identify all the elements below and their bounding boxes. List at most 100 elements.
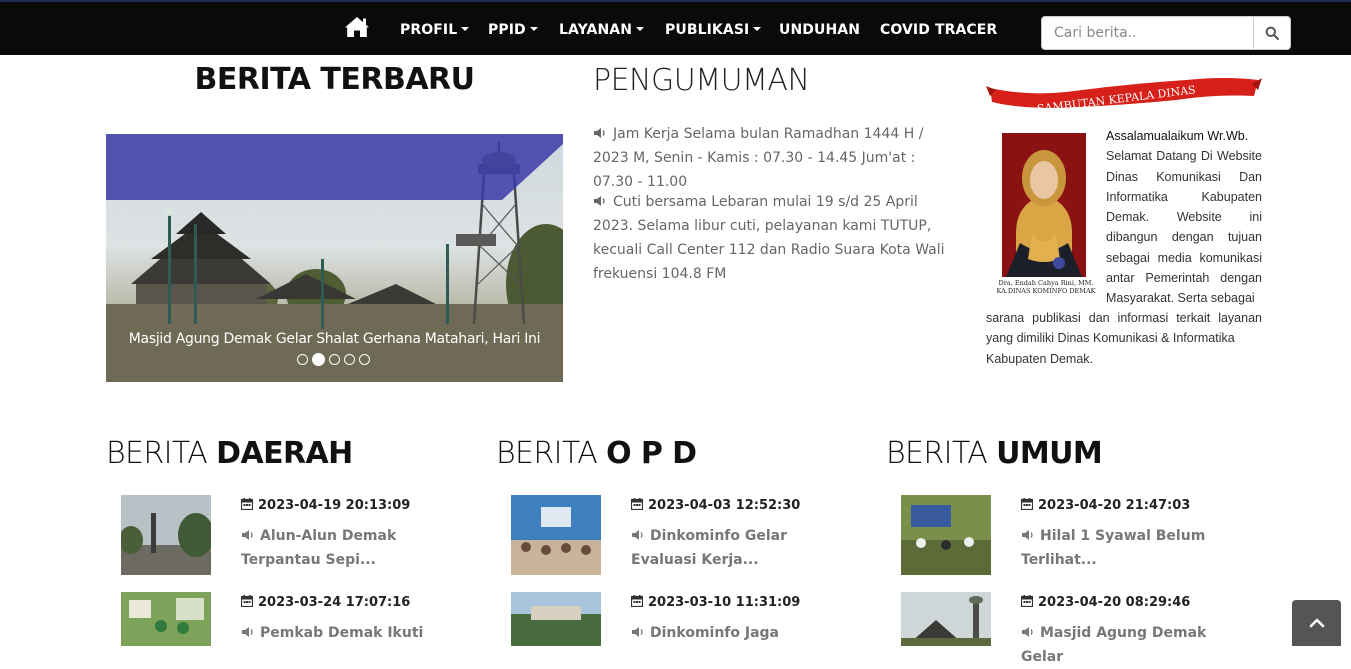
slider-caption[interactable]: Masjid Agung Demak Gelar Shalat Gerhana … [106,331,563,347]
search-form [1041,16,1291,50]
news-title-text: Dinkominfo Jaga [650,625,780,641]
heading-bold: UMUM [996,436,1103,471]
sambutan-greeting: Assalamualaikum Wr.Wb. [1106,129,1249,143]
news-title-link[interactable]: Dinkominfo Gelar Evaluasi Kerja... [631,524,846,572]
sambutan-text-bottom: sarana publikasi dan informasi terkait l… [986,308,1262,369]
news-title-link[interactable]: Dinkominfo Jaga [631,621,846,645]
volume-icon [1022,627,1033,637]
top-navbar: PROFIL PPID LAYANAN PUBLIKASI UNDUHAN CO… [0,0,1351,55]
sambutan-text-right: Assalamualaikum Wr.Wb. Selamat Datang Di… [1106,126,1262,309]
news-thumbnail[interactable] [511,495,601,575]
news-thumbnail[interactable] [901,592,991,646]
news-date: 2023-04-19 20:13:09 [241,498,410,513]
news-thumbnail[interactable] [901,495,991,575]
heading-bold: DAERAH [216,436,353,471]
slider-dot[interactable] [344,354,355,365]
news-title-text: Alun-Alun Demak Terpantau Sepi... [241,528,397,568]
nav-profil-label: PROFIL [400,22,458,38]
news-title-text: Dinkominfo Gelar Evaluasi Kerja... [631,528,788,568]
news-thumbnail[interactable] [511,592,601,646]
news-title-link[interactable]: Masjid Agung Demak Gelar [1021,621,1236,669]
calendar-icon [631,498,643,510]
pengumuman-text: Cuti bersama Lebaran mulai 19 s/d 25 Apr… [593,194,945,282]
news-date-text: 2023-04-19 20:13:09 [258,498,411,513]
calendar-icon [241,595,253,607]
news-date-text: 2023-04-20 08:29:46 [1038,595,1191,610]
volume-icon [594,196,605,206]
news-date-text: 2023-03-24 17:07:16 [258,595,411,610]
volume-icon [242,627,253,637]
news-date: 2023-04-20 21:47:03 [1021,498,1190,513]
news-title-text: Hilal 1 Syawal Belum Terlihat... [1021,528,1206,568]
heading-light: BERITA [106,436,217,471]
news-title-link[interactable]: Hilal 1 Syawal Belum Terlihat... [1021,524,1236,572]
heading-bold: O P D [606,436,697,471]
pengumuman-item[interactable]: Jam Kerja Selama bulan Ramadhan 1444 H /… [593,122,953,194]
heading-light: BERITA [886,436,997,471]
volume-icon [1022,530,1033,540]
nav-profil[interactable]: PROFIL [400,22,470,38]
photo-caption-title: KA.DINAS KOMINFO DEMAK [996,287,1096,295]
nav-unduhan-label: UNDUHAN [779,22,861,38]
back-to-top-button[interactable] [1292,600,1341,646]
berita-terbaru-heading: BERITA TERBARU [194,62,475,97]
sambutan-banner: SAMBUTAN KEPALA DINAS [986,66,1262,116]
caret-down-icon [753,27,762,31]
slider-indicators [297,353,370,366]
news-date: 2023-03-10 11:31:09 [631,595,800,610]
calendar-icon [631,595,643,607]
news-thumbnail[interactable] [121,592,211,646]
pengumuman-text: Jam Kerja Selama bulan Ramadhan 1444 H /… [593,126,924,190]
calendar-icon [1021,595,1033,607]
nav-ppid[interactable]: PPID [488,22,538,38]
heading-light: BERITA [496,436,607,471]
pengumuman-heading: PENGUMUMAN [593,63,810,98]
caret-down-icon [529,27,538,31]
slider-dot[interactable] [329,354,340,365]
photo-caption: Dra. Endah Cahya Rini, MM. KA.DINAS KOMI… [986,279,1106,295]
berita-umum-heading: BERITA UMUM [886,436,1103,471]
nav-layanan-label: LAYANAN [559,22,633,38]
nav-publikasi[interactable]: PUBLIKASI [665,22,762,38]
pengumuman-item[interactable]: Cuti bersama Lebaran mulai 19 s/d 25 Apr… [593,190,953,286]
calendar-icon [241,498,253,510]
caption-band [106,134,563,200]
berita-opd-heading: BERITA O P D [496,436,697,471]
news-slider[interactable]: Masjid Agung Demak Gelar Shalat Gerhana … [106,134,563,382]
search-input[interactable] [1042,17,1253,49]
nav-covid-tracer-label: COVID TRACER [880,22,998,38]
news-date: 2023-03-24 17:07:16 [241,595,410,610]
slider-dot[interactable] [297,354,308,365]
nav-covid-tracer[interactable]: COVID TRACER [880,22,997,38]
sambutan-body-cont: sarana publikasi dan informasi terkait l… [986,311,1262,346]
berita-daerah-heading: BERITA DAERAH [106,436,353,471]
search-icon [1265,26,1279,40]
calendar-icon [1021,498,1033,510]
news-title-text: Pemkab Demak Ikuti [260,625,424,641]
volume-icon [242,530,253,540]
sambutan-body: Selamat Datang Di Website Dinas Komunika… [1106,149,1262,306]
news-date-text: 2023-03-10 11:31:09 [648,595,801,610]
news-date-text: 2023-04-03 12:52:30 [648,498,801,513]
home-icon[interactable] [344,16,370,38]
nav-unduhan[interactable]: UNDUHAN [779,22,860,38]
caret-down-icon [461,27,470,31]
kepala-dinas-photo [1002,133,1086,277]
nav-layanan[interactable]: LAYANAN [559,22,645,38]
sambutan-body-end: Kabupaten Demak. [986,351,1094,366]
news-title-link[interactable]: Alun-Alun Demak Terpantau Sepi... [241,524,456,572]
photo-caption-name: Dra. Endah Cahya Rini, MM. [998,279,1094,287]
nav-ppid-label: PPID [488,22,526,38]
news-title-text: Masjid Agung Demak Gelar [1021,625,1207,665]
news-thumbnail[interactable] [121,495,211,575]
volume-icon [594,128,605,138]
chevron-up-icon [1309,618,1324,628]
volume-icon [632,627,643,637]
news-title-link[interactable]: Pemkab Demak Ikuti [241,621,456,645]
news-date: 2023-04-20 08:29:46 [1021,595,1190,610]
search-button[interactable] [1253,17,1290,49]
slider-dot[interactable] [359,354,370,365]
caret-down-icon [636,27,645,31]
slider-dot[interactable] [312,353,325,366]
news-date: 2023-04-03 12:52:30 [631,498,800,513]
